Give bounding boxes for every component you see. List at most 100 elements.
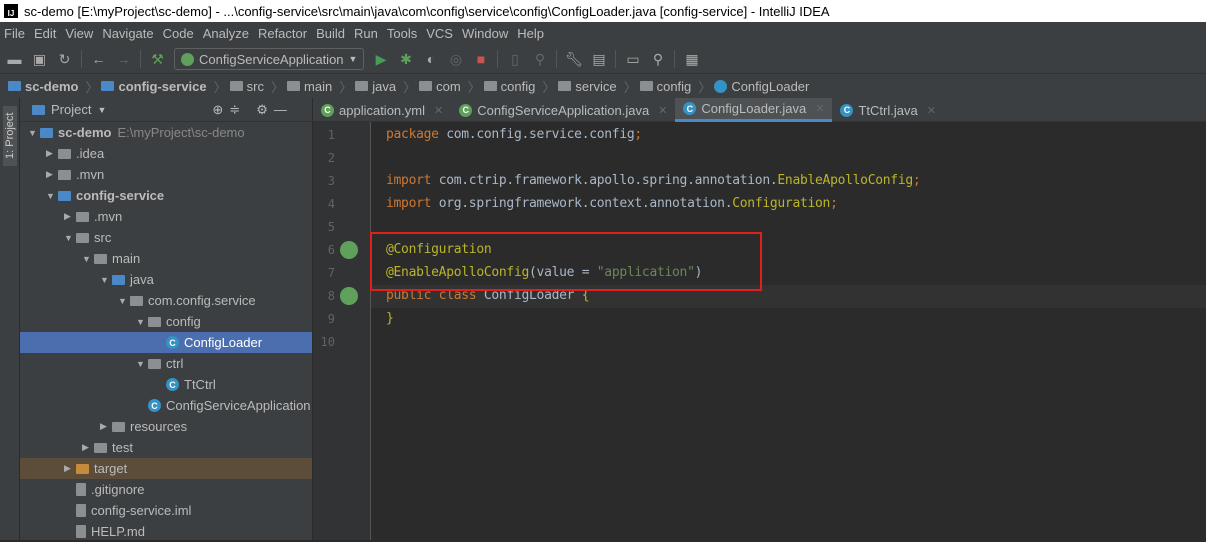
breadcrumb-item[interactable]: config	[483, 79, 535, 94]
divider	[497, 50, 499, 68]
menu-window[interactable]: Window	[462, 26, 508, 41]
folder-icon	[76, 232, 89, 243]
menu-vcs[interactable]: VCS	[426, 26, 453, 41]
attach-icon[interactable]: ⚲	[531, 51, 548, 68]
divider	[615, 50, 617, 68]
debug-icon[interactable]: ✱	[397, 51, 414, 68]
tree-item-label: java	[130, 272, 154, 287]
spring-bean-gutter-icon[interactable]	[340, 241, 358, 259]
gear-icon[interactable]: ⚙	[256, 102, 268, 118]
menu-run[interactable]: Run	[354, 26, 378, 41]
breadcrumb-item[interactable]: config	[639, 79, 691, 94]
breadcrumb-item[interactable]: service	[558, 79, 617, 94]
device-icon[interactable]: ▯	[506, 51, 523, 68]
line-number: 7	[327, 266, 335, 280]
line-number: 2	[327, 151, 335, 165]
editor-tabs: Capplication.yml ✕ C ConfigServiceApplicati…	[313, 98, 1206, 122]
chevron-down-icon[interactable]: ▼	[97, 105, 106, 115]
menu-code[interactable]: Code	[163, 26, 194, 41]
menu-analyze[interactable]: Analyze	[203, 26, 249, 41]
spring-bean-gutter-icon[interactable]	[340, 287, 358, 305]
code-token: com.ctrip.framework.apollo.spring.annota…	[438, 173, 778, 188]
tree-item[interactable]: ▼ src	[20, 227, 312, 248]
close-icon[interactable]: ✕	[927, 104, 936, 117]
menu-file[interactable]: File	[4, 26, 25, 41]
line-number: 3	[327, 174, 335, 188]
menu-tools[interactable]: Tools	[387, 26, 417, 41]
breadcrumb-item[interactable]: main	[287, 79, 332, 94]
tree-item[interactable]: ▼ sc-demo E:\myProject\sc-demo	[20, 122, 312, 143]
tree-item[interactable]: ▼ config	[20, 311, 312, 332]
tree-item[interactable]: .gitignore	[20, 479, 312, 500]
tree-item[interactable]: ▶ .idea	[20, 143, 312, 164]
tree-item[interactable]: ▼ ctrl	[20, 353, 312, 374]
tree-item[interactable]: HELP.md	[20, 521, 312, 542]
project-structure-icon[interactable]: ▤	[590, 51, 607, 68]
sync-icon[interactable]: ↻	[56, 51, 73, 68]
menu-refactor[interactable]: Refactor	[258, 26, 307, 41]
tree-item[interactable]: config-service.iml	[20, 500, 312, 521]
tree-item[interactable]: ▼ com.config.service	[20, 290, 312, 311]
menu-navigate[interactable]: Navigate	[102, 26, 153, 41]
open-icon[interactable]: ▬	[6, 51, 23, 68]
tab-configserviceapplication-java[interactable]: C ConfigServiceApplication.java ✕	[451, 98, 675, 122]
tree-item[interactable]: ▼ java	[20, 269, 312, 290]
tree-item-label: main	[112, 251, 141, 266]
vcs-icon[interactable]: ▦	[683, 51, 700, 68]
tree-item[interactable]: ▶ .mvn	[20, 206, 312, 227]
close-icon[interactable]: ✕	[658, 104, 667, 117]
chevron-right-icon: ▶	[64, 211, 71, 221]
tab-label: application.yml	[339, 102, 425, 118]
tab-configloader-java[interactable]: C ConfigLoader.java ✕	[675, 98, 833, 122]
search-icon[interactable]: ⚲	[649, 51, 666, 68]
tree-item[interactable]: ▶ target	[20, 458, 312, 479]
breadcrumb-item[interactable]: config-service	[101, 79, 207, 94]
tree-item[interactable]: C TtCtrl	[20, 374, 312, 395]
divider	[140, 50, 141, 68]
tree-item[interactable]: ▶ test	[20, 437, 312, 458]
breadcrumb-item[interactable]: src	[229, 79, 264, 94]
breadcrumb-item[interactable]: ConfigLoader	[714, 79, 809, 94]
tree-item[interactable]: C ConfigLoader	[20, 332, 312, 353]
menu-edit[interactable]: Edit	[34, 26, 56, 41]
run-icon[interactable]: ▶	[372, 51, 389, 68]
tab-application-yml[interactable]: Capplication.yml ✕	[313, 98, 451, 122]
chevron-right-icon: 〉	[403, 79, 417, 95]
breadcrumb-item[interactable]: com	[419, 79, 461, 94]
menu-build[interactable]: Build	[316, 26, 345, 41]
settings-wrench-icon[interactable]: 🔧︎	[565, 51, 583, 68]
tree-item[interactable]: C ConfigServiceApplication	[20, 395, 312, 416]
stop-icon[interactable]: ■	[472, 51, 489, 68]
run-configuration-select[interactable]: ConfigServiceApplication ▼	[174, 48, 365, 70]
profile-icon[interactable]: ◎	[447, 51, 464, 68]
title-bar: IJ sc-demo [E:\myProject\sc-demo] - ...\c…	[0, 0, 1206, 22]
collapse-all-icon[interactable]: ≑	[229, 102, 240, 118]
project-tool-button[interactable]: 1: Project	[3, 106, 17, 166]
tree-item[interactable]: ▼ main	[20, 248, 312, 269]
breadcrumb-item[interactable]: sc-demo	[8, 79, 78, 94]
terminal-icon[interactable]: ▭	[624, 51, 641, 68]
code-token: com.config.service.config	[446, 127, 635, 142]
menu-view[interactable]: View	[65, 26, 93, 41]
tab-ttctrl-java[interactable]: C TtCtrl.java ✕	[832, 98, 943, 122]
close-icon[interactable]: ✕	[434, 104, 443, 117]
breadcrumb-item[interactable]: java	[355, 79, 396, 94]
back-icon[interactable]: ←	[90, 51, 107, 68]
locate-icon[interactable]: ⊕	[212, 102, 223, 118]
close-icon[interactable]: ✕	[815, 102, 824, 115]
coverage-icon[interactable]: ◐	[422, 51, 439, 68]
hide-icon[interactable]: —	[274, 102, 287, 117]
tree-item[interactable]: ▶ resources	[20, 416, 312, 437]
menu-bar: File Edit View Navigate Code Analyze Refactor B…	[0, 22, 1206, 45]
project-panel: Project ▼ ⊕ ≑ ⚙ — ▼ sc-demo E:\myProject\sc…	[20, 98, 313, 540]
project-view-select[interactable]: Project	[51, 102, 91, 117]
menu-help[interactable]: Help	[517, 26, 544, 41]
forward-icon[interactable]: →	[115, 51, 132, 68]
tree-item-label: .mvn	[76, 167, 105, 182]
tree-item[interactable]: ▶ .mvn	[20, 164, 312, 185]
build-hammer-icon[interactable]: ⚒	[149, 51, 166, 68]
chevron-down-icon: ▼	[100, 274, 109, 285]
highlight-box	[370, 232, 762, 291]
save-icon[interactable]: ▣	[31, 51, 48, 68]
tree-item[interactable]: ▼ config-service	[20, 185, 312, 206]
